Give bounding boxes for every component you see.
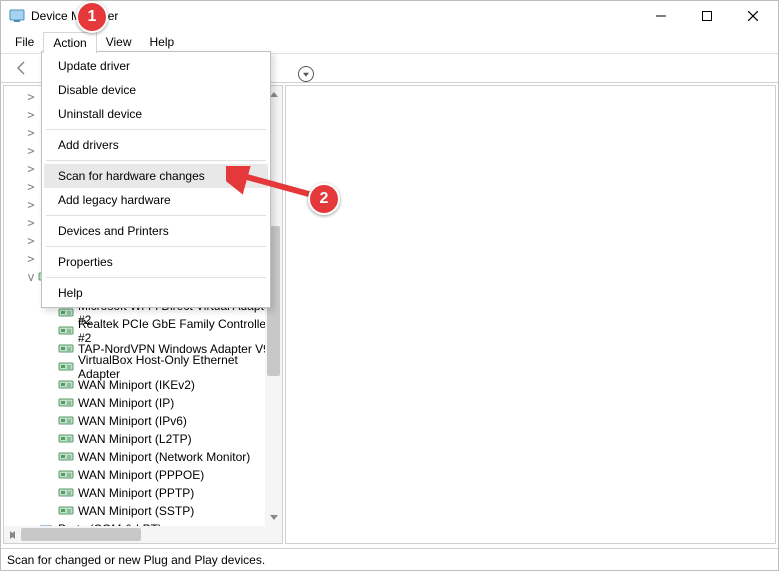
menubar: File Action View Help bbox=[1, 31, 778, 53]
app-icon bbox=[9, 8, 25, 24]
tree-item-label: WAN Miniport (L2TP) bbox=[78, 432, 192, 446]
network-adapter-icon bbox=[58, 413, 74, 429]
annotation-2: 2 bbox=[308, 183, 340, 215]
menu-devices-and-printers[interactable]: Devices and Printers bbox=[44, 219, 268, 243]
menu-update-driver[interactable]: Update driver bbox=[44, 54, 268, 78]
menu-disable-device[interactable]: Disable device bbox=[44, 78, 268, 102]
minimize-button[interactable] bbox=[638, 1, 684, 31]
network-adapter-icon bbox=[58, 377, 74, 393]
tree-item-label: WAN Miniport (IP) bbox=[78, 396, 174, 410]
menu-add-drivers[interactable]: Add drivers bbox=[44, 133, 268, 157]
tree-item-label: WAN Miniport (IKEv2) bbox=[78, 378, 195, 392]
expander-icon[interactable]: v bbox=[24, 270, 38, 284]
expander-icon[interactable]: > bbox=[24, 234, 38, 248]
menu-help-item[interactable]: Help bbox=[44, 281, 268, 305]
tree-item-label: WAN Miniport (PPPOE) bbox=[78, 468, 204, 482]
network-adapter-icon bbox=[58, 395, 74, 411]
tree-row[interactable]: VirtualBox Host-Only Ethernet Adapter bbox=[4, 358, 282, 376]
expander-icon[interactable]: > bbox=[24, 162, 38, 176]
detail-pane bbox=[285, 85, 776, 544]
tree-row[interactable]: WAN Miniport (PPPOE) bbox=[4, 466, 282, 484]
annotation-1: 1 bbox=[76, 1, 108, 33]
network-adapter-icon bbox=[58, 323, 74, 339]
tree-row[interactable]: WAN Miniport (IPv6) bbox=[4, 412, 282, 430]
menu-uninstall-device[interactable]: Uninstall device bbox=[44, 102, 268, 126]
menu-properties[interactable]: Properties bbox=[44, 250, 268, 274]
network-adapter-icon bbox=[58, 467, 74, 483]
expander-icon[interactable]: > bbox=[24, 126, 38, 140]
tree-item-label: Realtek PCIe GbE Family Controller #2 bbox=[78, 317, 282, 345]
close-button[interactable] bbox=[730, 1, 776, 31]
expander-icon[interactable]: > bbox=[24, 180, 38, 194]
tree-item-label: WAN Miniport (SSTP) bbox=[78, 504, 194, 518]
tree-row[interactable]: WAN Miniport (IP) bbox=[4, 394, 282, 412]
expander-icon[interactable]: > bbox=[24, 90, 38, 104]
statusbar: Scan for changed or new Plug and Play de… bbox=[1, 548, 778, 570]
expander-icon[interactable]: > bbox=[24, 108, 38, 122]
tree-row[interactable]: WAN Miniport (L2TP) bbox=[4, 430, 282, 448]
menu-file[interactable]: File bbox=[6, 32, 43, 52]
network-adapter-icon bbox=[58, 341, 74, 357]
tree-item-label: WAN Miniport (Network Monitor) bbox=[78, 450, 250, 464]
back-button[interactable] bbox=[9, 55, 35, 81]
menu-help[interactable]: Help bbox=[141, 32, 184, 52]
tree-row[interactable]: WAN Miniport (SSTP) bbox=[4, 502, 282, 520]
tree-item-label: WAN Miniport (PPTP) bbox=[78, 486, 194, 500]
statusbar-text: Scan for changed or new Plug and Play de… bbox=[7, 553, 265, 567]
network-adapter-icon bbox=[58, 431, 74, 447]
expander-icon[interactable]: > bbox=[24, 144, 38, 158]
titlebar: Device Manager bbox=[1, 1, 778, 31]
network-adapter-icon bbox=[58, 485, 74, 501]
tree-row[interactable]: WAN Miniport (PPTP) bbox=[4, 484, 282, 502]
tree-row[interactable]: WAN Miniport (Network Monitor) bbox=[4, 448, 282, 466]
menu-action[interactable]: Action bbox=[43, 32, 96, 54]
maximize-button[interactable] bbox=[684, 1, 730, 31]
tree-item-label: VirtualBox Host-Only Ethernet Adapter bbox=[78, 353, 282, 381]
network-adapter-icon bbox=[58, 449, 74, 465]
menu-view[interactable]: View bbox=[97, 32, 141, 52]
expander-icon[interactable]: > bbox=[24, 252, 38, 266]
network-adapter-icon bbox=[58, 359, 74, 375]
horizontal-scrollbar[interactable] bbox=[4, 526, 265, 543]
expander-icon[interactable]: > bbox=[24, 198, 38, 212]
tree-row[interactable]: Realtek PCIe GbE Family Controller #2 bbox=[4, 322, 282, 340]
network-adapter-icon bbox=[58, 503, 74, 519]
tree-item-label: WAN Miniport (IPv6) bbox=[78, 414, 187, 428]
expander-icon[interactable]: > bbox=[24, 216, 38, 230]
